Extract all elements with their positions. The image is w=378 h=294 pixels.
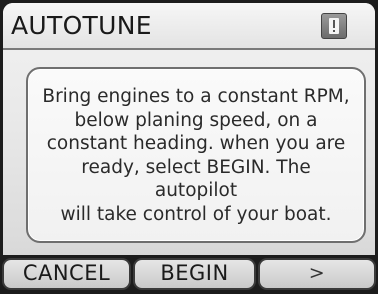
instruction-line: will take control of your boat. [60, 203, 332, 225]
instruction-line: below planing speed, on a [74, 109, 318, 131]
instruction-line: constant heading. when you are [46, 133, 346, 154]
instruction-line: Bring engines to a constant RPM, [42, 86, 350, 107]
softkey-bar: CANCEL BEGIN > [0, 255, 378, 294]
autotune-screen: AUTOTUNE Bring engines to a constant RPM… [0, 0, 378, 294]
alert-button[interactable] [321, 13, 347, 39]
exclamation-icon [329, 18, 339, 34]
dialog-panel: AUTOTUNE Bring engines to a constant RPM… [3, 3, 375, 291]
title-bar: AUTOTUNE [3, 3, 375, 50]
cancel-button[interactable]: CANCEL [2, 258, 131, 290]
instruction-message-box: Bring engines to a constant RPM, below p… [26, 67, 366, 243]
instruction-line: ready, select BEGIN. The autopilot [81, 156, 311, 202]
next-button[interactable]: > [258, 258, 376, 290]
begin-button[interactable]: BEGIN [133, 258, 256, 290]
page-title: AUTOTUNE [11, 11, 152, 40]
instruction-text: Bring engines to a constant RPM, below p… [38, 85, 354, 226]
